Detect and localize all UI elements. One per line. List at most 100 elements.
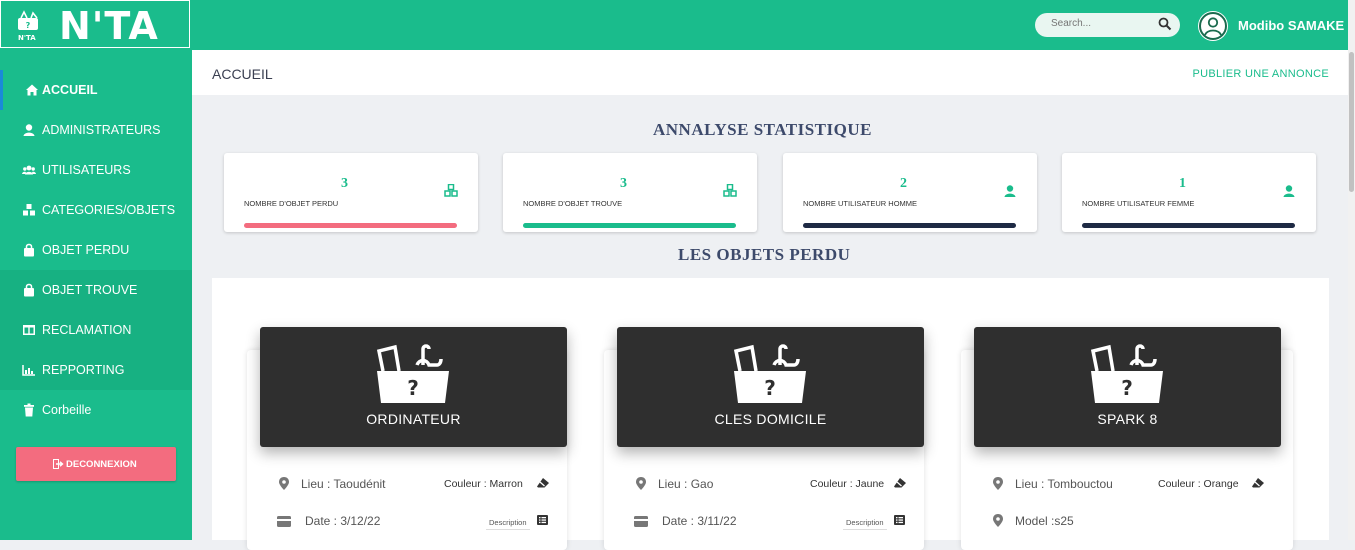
lost-item-hero[interactable]: ? SPARK 8 (974, 327, 1281, 447)
publish-ad-link[interactable]: PUBLIER UNE ANNONCE (1192, 68, 1329, 80)
map-marker-icon (636, 477, 646, 490)
stat-value: 3 (620, 176, 627, 191)
sidebar-item-label: OBJET PERDU (42, 243, 130, 257)
sidebar-item-administrateurs[interactable]: ADMINISTRATEURS (0, 110, 192, 150)
page-header: ACCUEIL PUBLIER UNE ANNONCE (192, 50, 1348, 95)
stat-card-objet-perdu: 3 NOMBRE D'OBJET PERDU (224, 153, 478, 232)
bar-chart-icon (22, 365, 35, 376)
sidebar-item-label: Corbeille (42, 403, 92, 417)
lost-item-date: Date : 3/11/22 (662, 514, 737, 528)
svg-text:?: ? (26, 21, 31, 30)
bag-icon (24, 243, 34, 257)
cubes-icon (444, 184, 458, 197)
svg-text:?: ? (764, 376, 776, 400)
stat-label: NOMBRE D'OBJET TROUVE (523, 199, 623, 208)
lost-item-date: Date : 3/12/22 (305, 514, 381, 528)
sidebar-item-label: RECLAMATION (42, 323, 132, 337)
stat-value: 2 (900, 176, 907, 191)
lost-bag-icon: ? (733, 344, 806, 403)
avatar[interactable] (1198, 11, 1228, 41)
lost-item-couleur: Couleur : Orange (1158, 478, 1239, 490)
logout-label: DECONNEXION (66, 459, 137, 470)
stat-label: NOMBRE D'OBJET PERDU (244, 199, 339, 208)
eraser-icon (537, 478, 549, 488)
logo-bag-icon: ? N'TA (18, 10, 38, 42)
credit-card-icon (277, 516, 291, 527)
logout-button[interactable]: DECONNEXION (16, 447, 176, 481)
lost-item-model: Model :s25 (1015, 514, 1074, 528)
stat-card-homme: 2 NOMBRE UTILISATEUR HOMME (783, 153, 1037, 232)
list-alt-icon[interactable] (894, 515, 905, 525)
sidebar-item-objet-trouve[interactable]: OBJET TROUVE (0, 270, 192, 310)
search-input[interactable] (1049, 17, 1153, 30)
cubes-icon (723, 184, 737, 197)
top-bar: ? N'TA N'TA Modibo SAMAKE (0, 0, 1348, 50)
stat-label: NOMBRE UTILISATEUR FEMME (1082, 199, 1195, 208)
sidebar-item-label: ACCUEIL (42, 83, 98, 97)
description-button[interactable]: Description (843, 518, 887, 530)
app-logo[interactable]: ? N'TA N'TA (0, 0, 190, 48)
sidebar-item-repporting[interactable]: REPPORTING (0, 350, 192, 390)
sidebar-item-categories[interactable]: CATEGORIES/OBJETS (0, 190, 192, 230)
home-icon (26, 84, 38, 96)
svg-text:?: ? (407, 376, 419, 400)
lost-item-couleur: Couleur : Marron (444, 478, 523, 490)
description-button[interactable]: Description (486, 518, 530, 530)
sidebar-item-label: OBJET TROUVE (42, 283, 138, 297)
stat-bar (803, 223, 1016, 228)
eraser-icon (1252, 478, 1264, 488)
sidebar-item-label: UTILISATEURS (42, 163, 131, 177)
stat-value: 1 (1179, 176, 1186, 191)
sign-out-icon (53, 459, 64, 469)
app-name: N'TA (59, 4, 159, 48)
columns-icon (23, 325, 35, 335)
logo-small-text: N'TA (18, 34, 36, 42)
sidebar-item-accueil[interactable]: ACCUEIL (0, 70, 195, 110)
lost-item-hero[interactable]: ? CLES DOMICILE (617, 327, 924, 447)
users-icon (22, 165, 36, 175)
page-scrollbar[interactable] (1348, 0, 1355, 540)
map-marker-icon (993, 477, 1003, 490)
sidebar: ACCUEIL ADMINISTRATEURS UTILISATEURS CAT… (0, 50, 192, 540)
user-icon (1283, 185, 1295, 197)
lost-item-name: CLES DOMICILE (714, 411, 827, 427)
map-marker-icon (279, 477, 289, 490)
user-icon (1004, 185, 1016, 197)
bag-icon (24, 283, 34, 297)
trash-icon (24, 403, 34, 417)
svg-text:?: ? (1121, 376, 1133, 400)
sidebar-item-label: ADMINISTRATEURS (42, 123, 161, 137)
page-title: ACCUEIL (212, 66, 273, 82)
stat-label: NOMBRE UTILISATEUR HOMME (803, 199, 918, 208)
map-marker-icon (993, 514, 1003, 527)
lost-item-lieu: Lieu : Gao (658, 477, 714, 491)
stat-bar (1082, 223, 1295, 228)
stats-title: ANNALYSE STATISTIQUE (653, 120, 872, 139)
eraser-icon (894, 478, 906, 488)
user-icon (23, 124, 35, 136)
stat-bar (244, 223, 457, 228)
sidebar-item-objet-perdu[interactable]: OBJET PERDU (0, 230, 192, 270)
sidebar-item-reclamation[interactable]: RECLAMATION (0, 310, 192, 350)
lost-item-hero[interactable]: ? ORDINATEUR (260, 327, 567, 447)
lost-item-lieu: Lieu : Tombouctou (1015, 477, 1113, 491)
lost-bag-icon: ? (376, 344, 449, 403)
stat-card-objet-trouve: 3 NOMBRE D'OBJET TROUVE (503, 153, 757, 232)
search-icon[interactable] (1158, 17, 1172, 31)
lost-item-name: ORDINATEUR (366, 411, 461, 427)
stat-bar (523, 223, 736, 228)
credit-card-icon (634, 516, 648, 527)
sidebar-item-corbeille[interactable]: Corbeille (0, 390, 192, 430)
stat-card-femme: 1 NOMBRE UTILISATEUR FEMME (1062, 153, 1316, 232)
list-alt-icon[interactable] (537, 515, 548, 525)
lost-items-title: LES OBJETS PERDU (678, 245, 851, 264)
scroll-thumb[interactable] (1349, 52, 1354, 192)
lost-item-lieu: Lieu : Taoudénit (301, 477, 386, 491)
lost-item-name: SPARK 8 (1097, 411, 1158, 427)
search-box[interactable] (1035, 13, 1180, 37)
user-circle-icon (1199, 12, 1227, 40)
user-name[interactable]: Modibo SAMAKE (1238, 18, 1344, 33)
sidebar-item-utilisateurs[interactable]: UTILISATEURS (0, 150, 192, 190)
stat-value: 3 (341, 176, 348, 191)
sidebar-item-label: CATEGORIES/OBJETS (42, 203, 176, 217)
